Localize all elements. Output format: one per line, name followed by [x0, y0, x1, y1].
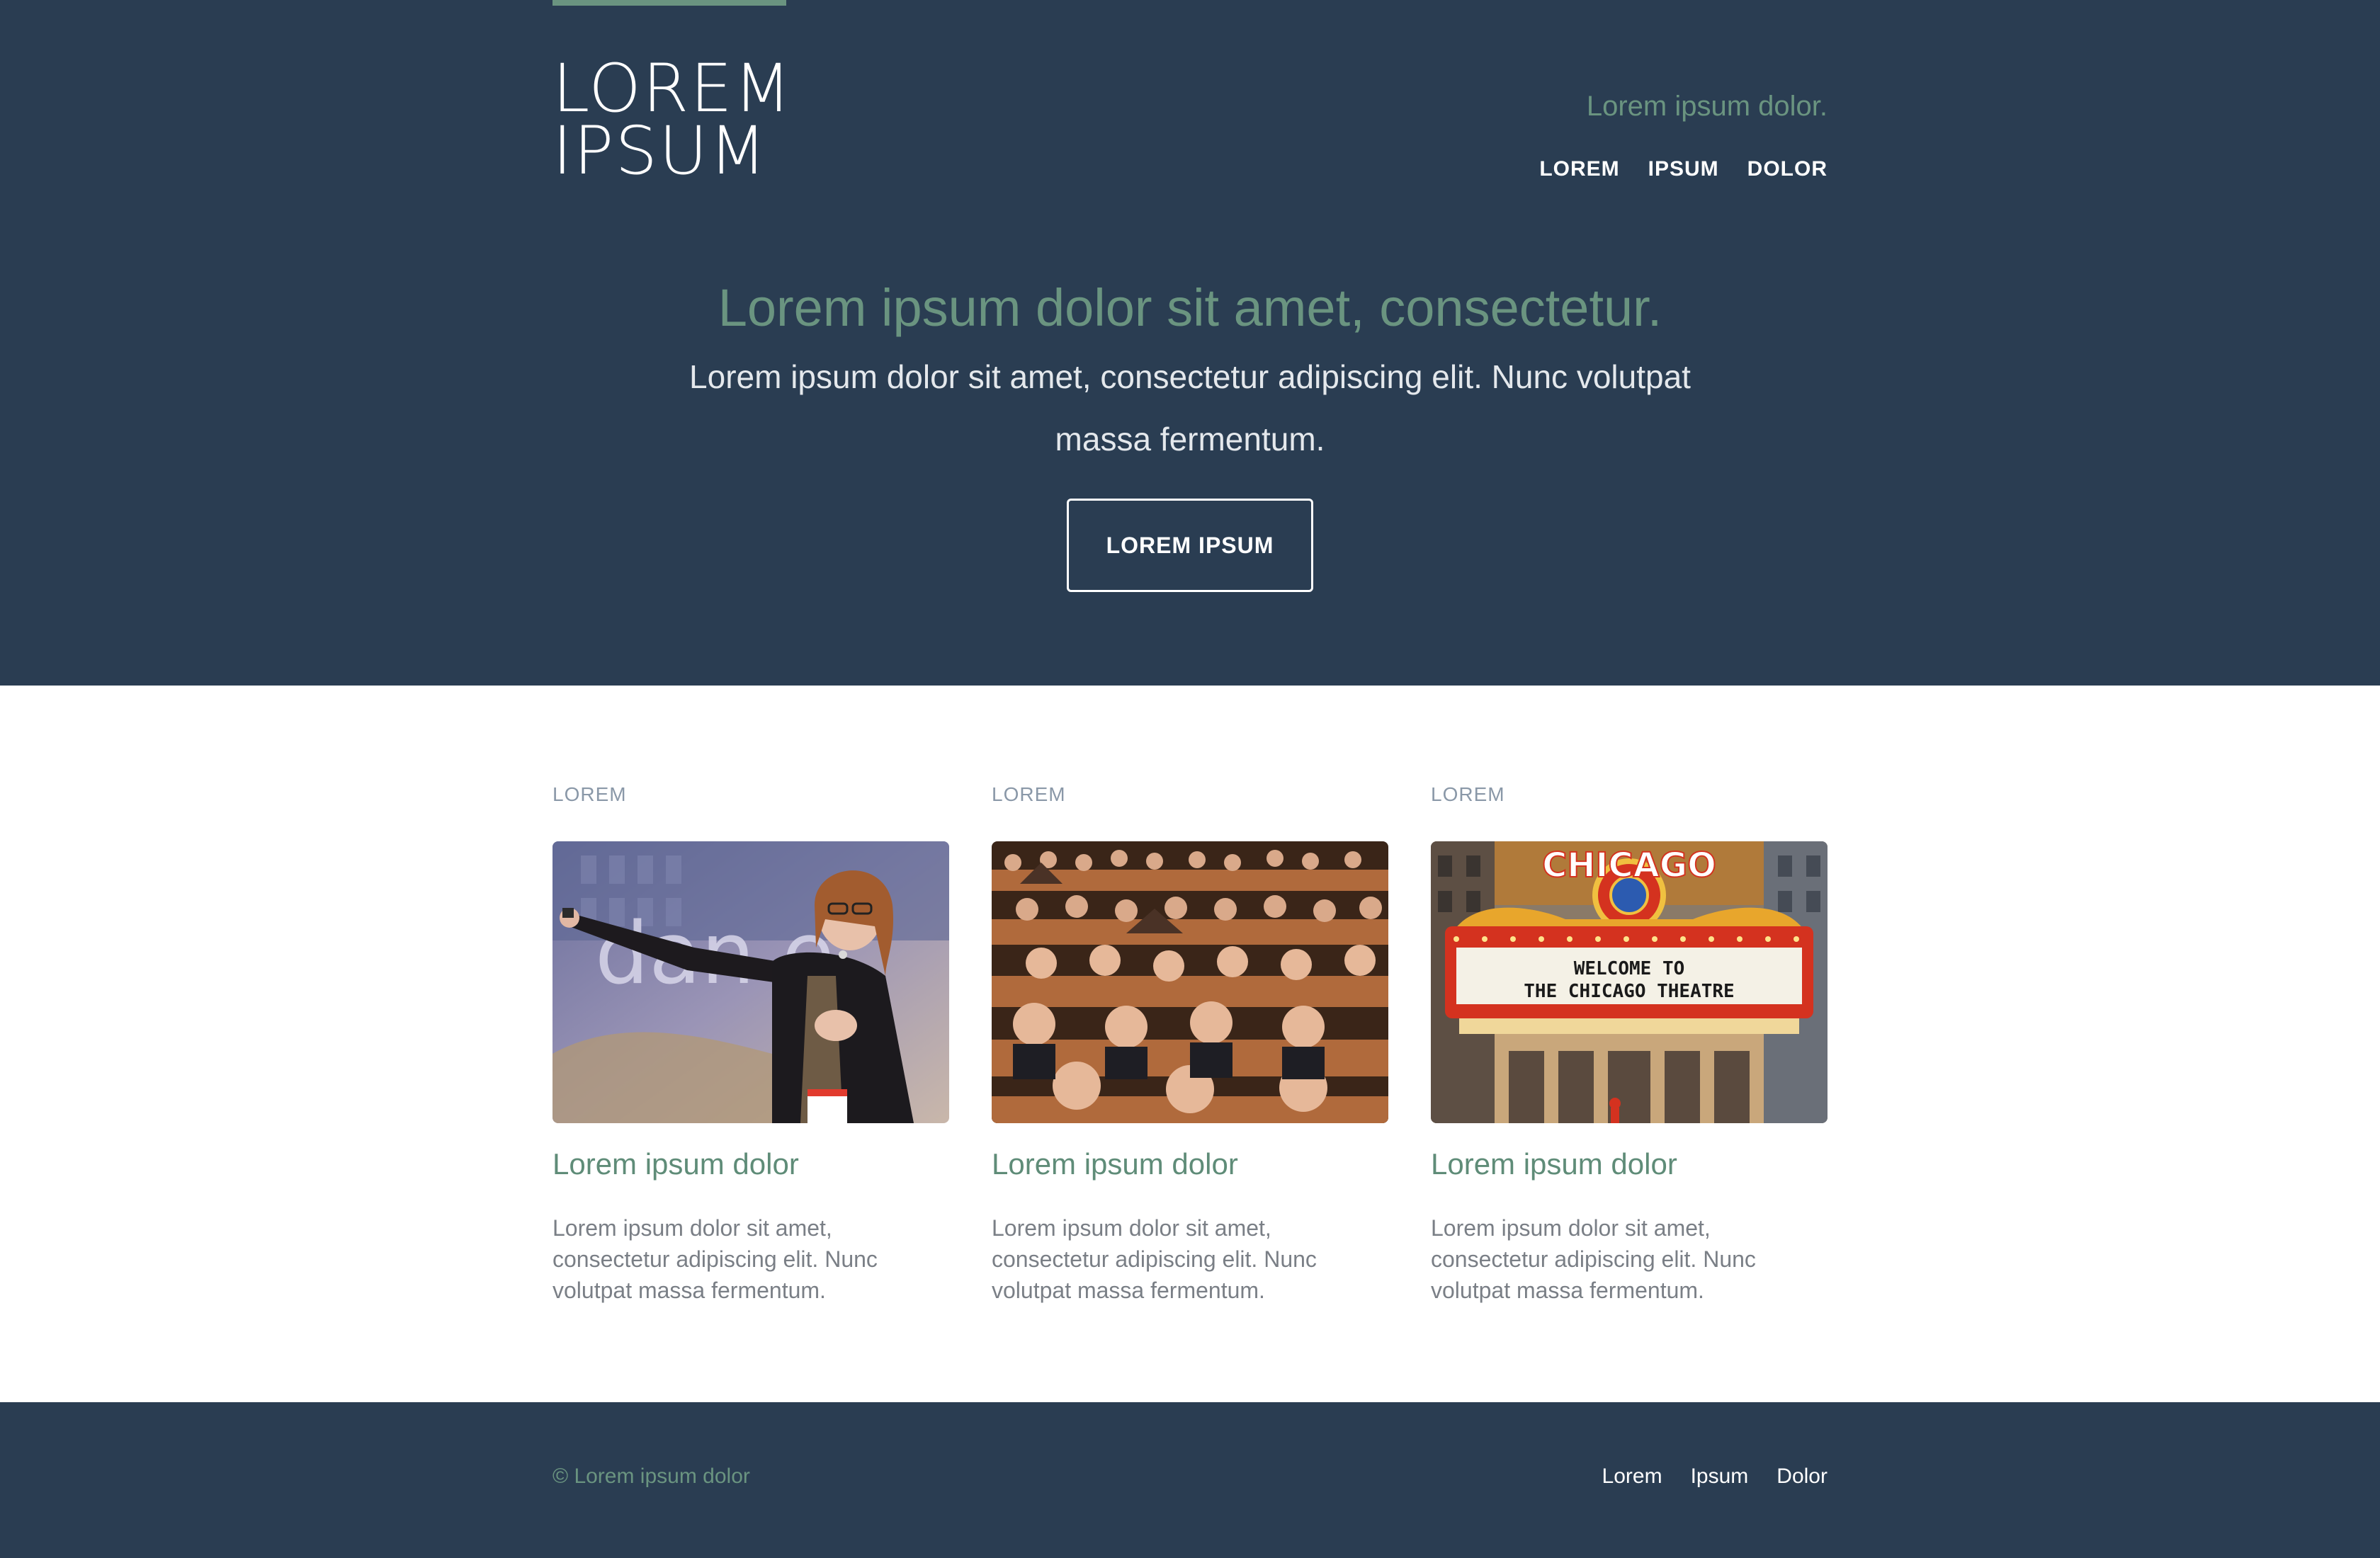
accent-bar: [552, 0, 786, 6]
hero-header: LOREM IPSUM Lorem ipsum dolor. LOREM IPS…: [0, 0, 2380, 686]
top-navigation: LOREM IPSUM DOLOR: [1539, 157, 1828, 181]
hero-subtitle: Lorem ipsum dolor sit amet, consectetur …: [689, 358, 1691, 457]
logo-line-1: LOREM: [552, 50, 793, 127]
footer-link-lorem[interactable]: Lorem: [1602, 1465, 1662, 1489]
card-text: Lorem ipsum dolor sit amet, consectetur …: [1431, 1215, 1756, 1303]
marquee-line-1: WELCOME TO: [1574, 958, 1685, 979]
header-tagline: Lorem ipsum dolor.: [1586, 91, 1828, 122]
card-text: Lorem ipsum dolor sit amet, consectetur …: [552, 1215, 878, 1303]
card-image-speaker[interactable]: dan e: [552, 841, 949, 1123]
card-title[interactable]: Lorem ipsum dolor: [1431, 1147, 1828, 1181]
features-section: LOREM dan e: [552, 686, 1828, 1402]
audience-photo: [992, 841, 1388, 1123]
copyright-text: © Lorem ipsum dolor: [552, 1465, 750, 1488]
site-logo[interactable]: LOREM IPSUM: [552, 50, 850, 190]
card-title[interactable]: Lorem ipsum dolor: [552, 1147, 949, 1181]
card-title[interactable]: Lorem ipsum dolor: [992, 1147, 1388, 1181]
card-image-theatre[interactable]: CHICAGO WELCOME TO THE CHICAGO THEATRE: [1431, 841, 1828, 1123]
card-eyebrow: LOREM: [992, 783, 1066, 805]
logo-line-2: IPSUM: [552, 113, 768, 190]
card-text: Lorem ipsum dolor sit amet, consectetur …: [992, 1215, 1317, 1303]
footer-link-dolor[interactable]: Dolor: [1776, 1465, 1828, 1489]
card-eyebrow: LOREM: [552, 783, 627, 805]
site-footer: © Lorem ipsum dolor Lorem Ipsum Dolor: [0, 1402, 2380, 1558]
nav-link-lorem[interactable]: LOREM: [1539, 157, 1619, 181]
card-eyebrow: LOREM: [1431, 783, 1505, 805]
theatre-sign-text: CHICAGO: [1542, 846, 1716, 885]
hero-cta-button[interactable]: LOREM IPSUM: [1067, 499, 1313, 592]
speaker-photo: dan e: [552, 841, 949, 1123]
nav-link-ipsum[interactable]: IPSUM: [1648, 157, 1719, 181]
marquee-line-2: THE CHICAGO THEATRE: [1524, 981, 1734, 1002]
nav-link-dolor[interactable]: DOLOR: [1747, 157, 1828, 181]
footer-navigation: Lorem Ipsum Dolor: [1602, 1465, 1828, 1489]
card-image-audience[interactable]: [992, 841, 1388, 1123]
hero-title: Lorem ipsum dolor sit amet, consectetur.: [718, 278, 1662, 337]
footer-link-ipsum[interactable]: Ipsum: [1691, 1465, 1749, 1489]
theatre-photo: CHICAGO WELCOME TO THE CHICAGO THEATRE: [1431, 841, 1828, 1123]
